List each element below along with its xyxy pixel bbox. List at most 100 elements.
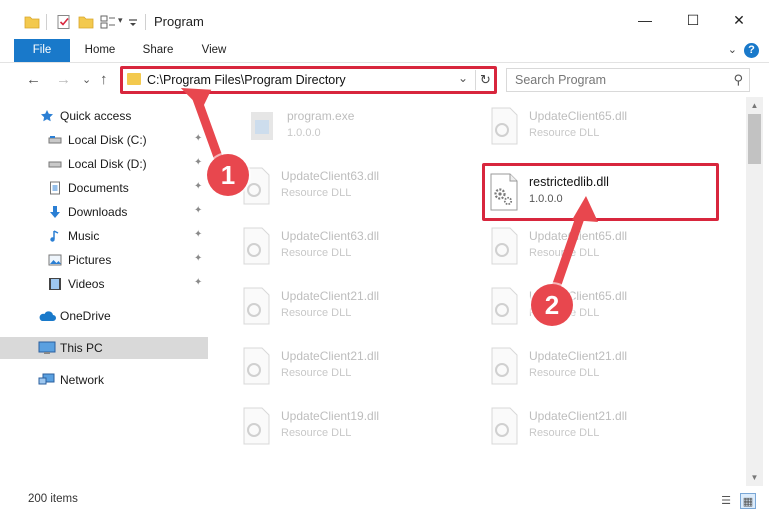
sidebar-item-label: Music bbox=[68, 229, 100, 243]
cloud-icon bbox=[39, 311, 56, 321]
help-icon[interactable]: ? bbox=[744, 43, 759, 58]
scroll-down-icon[interactable]: ▼ bbox=[746, 469, 763, 486]
file-name: UpdateClient21.dll bbox=[281, 289, 380, 303]
sidebar-item-label: OneDrive bbox=[60, 309, 111, 323]
sidebar-item-music[interactable]: Music ✦ bbox=[0, 225, 208, 247]
new-folder-icon[interactable] bbox=[78, 14, 94, 30]
file-item[interactable]: UpdateClient19.dll Resource DLL bbox=[233, 401, 463, 453]
file-type: 1.0.0.0 bbox=[287, 127, 321, 139]
scroll-up-icon[interactable]: ▲ bbox=[746, 97, 763, 114]
pin-icon: ✦ bbox=[194, 157, 203, 168]
sidebar-item-network[interactable]: Network bbox=[0, 369, 208, 391]
sidebar-item-quick-access[interactable]: Quick access bbox=[0, 105, 208, 127]
file-type: Resource DLL bbox=[529, 367, 600, 379]
file-item[interactable]: UpdateClient21.dll Resource DLL bbox=[233, 281, 463, 333]
file-name: program.exe bbox=[287, 109, 355, 123]
back-button[interactable]: ← bbox=[26, 71, 41, 88]
tab-share[interactable]: Share bbox=[136, 39, 180, 62]
file-item[interactable]: UpdateClient65.dll Resource DLL bbox=[481, 221, 711, 273]
search-box[interactable]: ⚲ bbox=[506, 68, 750, 92]
maximize-button[interactable]: ☐ bbox=[670, 0, 716, 40]
sidebar-item-documents[interactable]: Documents ✦ bbox=[0, 177, 208, 199]
pin-icon: ✦ bbox=[194, 205, 203, 216]
sidebar-item-label: This PC bbox=[60, 341, 103, 355]
file-name: UpdateClient65.dll bbox=[529, 109, 628, 123]
tab-home[interactable]: Home bbox=[78, 39, 122, 62]
computer-icon bbox=[38, 341, 56, 354]
network-icon bbox=[38, 373, 55, 385]
drive-icon bbox=[48, 136, 62, 144]
dll-icon bbox=[491, 347, 518, 385]
file-type: Resource DLL bbox=[529, 427, 600, 439]
file-item[interactable]: UpdateClient63.dll Resource DLL bbox=[233, 161, 463, 213]
title-bar: ▾ Program — ☐ ✕ bbox=[0, 0, 769, 40]
up-button[interactable]: ↑ bbox=[100, 71, 108, 88]
customize-toolbar-icon[interactable] bbox=[128, 14, 138, 30]
tab-file[interactable]: File bbox=[14, 39, 70, 62]
drive-icon bbox=[48, 161, 62, 168]
file-name: UpdateClient19.dll bbox=[281, 409, 380, 423]
forward-button[interactable]: → bbox=[56, 71, 71, 88]
sidebar-item-local-disk-c[interactable]: Local Disk (C:) ✦ bbox=[0, 129, 208, 151]
file-type: Resource DLL bbox=[281, 307, 352, 319]
qa-dropdown-icon[interactable]: ▾ bbox=[118, 15, 123, 26]
sidebar-item-downloads[interactable]: Downloads ✦ bbox=[0, 201, 208, 223]
step-callout-1: 1 bbox=[207, 154, 249, 196]
file-list: program.exe 1.0.0.0 UpdateClient65.dll R… bbox=[211, 97, 746, 486]
close-button[interactable]: ✕ bbox=[716, 0, 762, 40]
pin-icon: ✦ bbox=[194, 133, 203, 144]
file-name: UpdateClient21.dll bbox=[529, 349, 628, 363]
tiles-view-icon[interactable]: ▦ bbox=[740, 493, 756, 509]
dll-icon bbox=[243, 287, 270, 325]
folder-icon[interactable] bbox=[24, 14, 40, 30]
file-item[interactable]: program.exe 1.0.0.0 bbox=[239, 101, 469, 153]
address-highlight-box bbox=[120, 66, 497, 94]
file-item[interactable]: UpdateClient63.dll Resource DLL bbox=[233, 221, 463, 273]
file-type: Resource DLL bbox=[281, 187, 352, 199]
tab-view[interactable]: View bbox=[192, 39, 236, 62]
dll-icon bbox=[491, 407, 518, 445]
file-item[interactable]: UpdateClient65.dll Resource DLL bbox=[481, 281, 711, 333]
search-input[interactable] bbox=[507, 69, 721, 91]
sidebar-item-label: Quick access bbox=[60, 109, 132, 123]
dll-icon bbox=[491, 287, 518, 325]
details-view-icon[interactable]: ☰ bbox=[718, 493, 734, 509]
sidebar-item-label: Documents bbox=[68, 181, 129, 195]
file-item[interactable]: UpdateClient21.dll Resource DLL bbox=[481, 401, 711, 453]
file-item[interactable]: UpdateClient21.dll Resource DLL bbox=[481, 341, 711, 393]
file-name: UpdateClient65.dll bbox=[529, 229, 628, 243]
ribbon-tabs: File Home Share View ⌄ ? bbox=[0, 39, 769, 63]
exe-icon bbox=[251, 112, 273, 140]
file-item[interactable]: UpdateClient21.dll Resource DLL bbox=[233, 341, 463, 393]
videos-icon bbox=[49, 278, 61, 290]
file-item[interactable]: UpdateClient65.dll Resource DLL bbox=[481, 101, 711, 153]
navigation-pane: Quick access Local Disk (C:) ✦ Local Dis… bbox=[0, 97, 210, 486]
sidebar-item-pictures[interactable]: Pictures ✦ bbox=[0, 249, 208, 271]
pin-icon: ✦ bbox=[194, 277, 203, 288]
window-title: Program bbox=[154, 14, 204, 29]
minimize-button[interactable]: — bbox=[622, 0, 668, 40]
dll-icon bbox=[491, 107, 518, 145]
properties-icon[interactable] bbox=[56, 14, 72, 30]
file-name: UpdateClient63.dll bbox=[281, 229, 380, 243]
file-type: Resource DLL bbox=[281, 427, 352, 439]
sidebar-item-local-disk-d[interactable]: Local Disk (D:) ✦ bbox=[0, 153, 208, 175]
scroll-thumb[interactable] bbox=[748, 114, 761, 164]
file-type: Resource DLL bbox=[281, 247, 352, 259]
search-icon[interactable]: ⚲ bbox=[733, 72, 743, 88]
sidebar-item-this-pc[interactable]: This PC bbox=[0, 337, 208, 359]
vertical-scrollbar[interactable]: ▲ ▼ bbox=[746, 97, 763, 486]
file-highlight-box bbox=[482, 163, 719, 221]
sidebar-item-onedrive[interactable]: OneDrive bbox=[0, 305, 208, 327]
ribbon-expand-icon[interactable]: ⌄ bbox=[728, 43, 737, 56]
star-icon bbox=[41, 110, 53, 122]
sidebar-item-videos[interactable]: Videos ✦ bbox=[0, 273, 208, 295]
dll-icon bbox=[243, 227, 270, 265]
sidebar-item-label: Videos bbox=[68, 277, 105, 291]
pictures-icon bbox=[48, 254, 62, 266]
title-separator bbox=[46, 14, 47, 30]
item-count: 200 items bbox=[28, 493, 78, 505]
customize-icon[interactable] bbox=[100, 14, 116, 30]
dll-icon bbox=[243, 407, 270, 445]
recent-locations-button[interactable]: ⌄ bbox=[82, 73, 91, 86]
